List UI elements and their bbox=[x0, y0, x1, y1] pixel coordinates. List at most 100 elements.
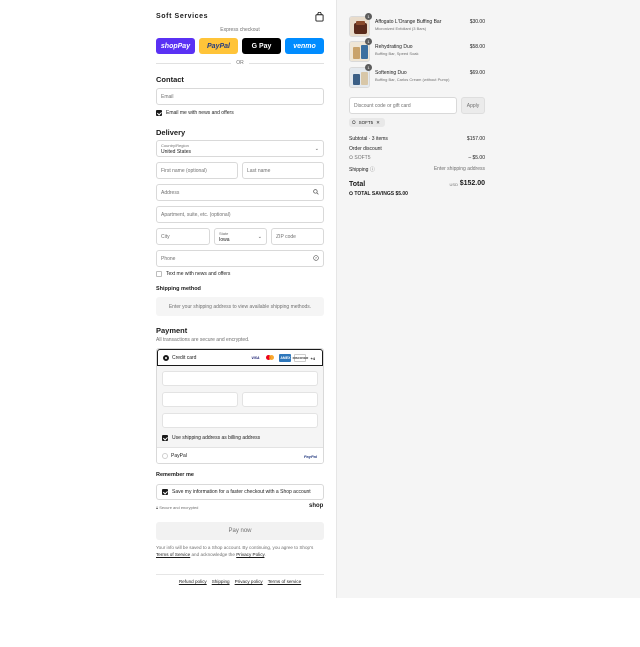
address-field[interactable]: Address bbox=[156, 184, 324, 201]
close-icon[interactable]: ✕ bbox=[376, 120, 380, 126]
product-name: Affogato L'Orange Buffing Bar bbox=[375, 19, 442, 25]
tag-icon: ⭘ bbox=[349, 155, 354, 161]
applied-code: SOFT5 bbox=[358, 120, 374, 125]
total-value: $152.00 bbox=[459, 180, 485, 187]
apartment-field[interactable]: Apartment, suite, etc. (optional) bbox=[156, 206, 324, 223]
pay-now-button[interactable]: Pay now bbox=[156, 522, 324, 540]
discount-amount: – $5.00 bbox=[468, 155, 485, 161]
last-name-field[interactable]: Last name bbox=[242, 162, 324, 179]
applied-code-chip: ⭘ SOFT5 ✕ bbox=[349, 118, 385, 127]
email-news-checkbox[interactable] bbox=[156, 110, 162, 116]
paypal-option[interactable]: PayPal PayPal bbox=[157, 447, 323, 463]
chevron-down-icon: ⌄ bbox=[257, 234, 262, 240]
apartment-placeholder: Apartment, suite, etc. (optional) bbox=[161, 211, 231, 218]
card-name-field[interactable] bbox=[162, 413, 318, 428]
venmo-button[interactable]: venmo bbox=[285, 38, 324, 54]
payment-methods: Credit card VISA AMEX DISCOVER +4 Use sh… bbox=[156, 348, 324, 464]
apply-discount-button[interactable]: Apply bbox=[461, 97, 485, 114]
secure-label: Secure and encrypted bbox=[159, 505, 199, 510]
refund-policy-link[interactable]: Refund policy bbox=[179, 579, 207, 584]
secure-notice: 🔒︎ Secure and encrypted bbox=[156, 505, 198, 510]
google-pay-button[interactable]: G Pay bbox=[242, 38, 281, 54]
card-number-field[interactable] bbox=[162, 371, 318, 386]
shipping-label: Shipping bbox=[349, 167, 369, 173]
discount-code-row: ⭘ SOFT5 – $5.00 bbox=[349, 155, 485, 161]
city-placeholder: City bbox=[161, 233, 170, 240]
discount-placeholder: Discount code or gift card bbox=[354, 102, 411, 109]
product-name: Softening Duo bbox=[375, 70, 407, 76]
product-price: $30.00 bbox=[469, 19, 485, 25]
order-discount-label: Order discount bbox=[349, 146, 382, 152]
subtotal-value: $157.00 bbox=[466, 136, 485, 142]
order-discount-row: Order discount bbox=[349, 146, 485, 152]
help-circle-icon[interactable]: ⓘ bbox=[370, 167, 375, 173]
save-info-label: Save my information for a faster checkou… bbox=[172, 489, 311, 495]
shipping-link[interactable]: Shipping bbox=[212, 579, 230, 584]
lock-icon: 🔒︎ bbox=[156, 505, 159, 510]
help-circle-icon[interactable]: ? bbox=[313, 255, 319, 261]
cart-item: 1 Rehydrating Duo Buffing Bar, Speed Soa… bbox=[349, 38, 485, 63]
product-variant: Buffing Bar, Speed Soak bbox=[375, 51, 419, 56]
product-price: $58.00 bbox=[469, 44, 485, 50]
total-label: Total bbox=[349, 181, 366, 188]
legal-end: . bbox=[264, 552, 266, 557]
total-savings: ⭘ TOTAL SAVINGS $5.00 bbox=[349, 191, 408, 197]
subtotal-label: Subtotal · 3 items bbox=[349, 136, 388, 142]
state-select[interactable]: State Iowa ⌄ bbox=[214, 228, 267, 245]
subtotal-row: Subtotal · 3 items $157.00 bbox=[349, 136, 485, 142]
city-field[interactable]: City bbox=[156, 228, 210, 245]
shipping-row: Shipping ⓘ Enter shipping address bbox=[349, 166, 485, 173]
privacy-link[interactable]: Privacy Policy bbox=[236, 552, 264, 557]
shop-logo: shop bbox=[309, 503, 324, 509]
legal-text: Your info will be saved to a Shop accoun… bbox=[156, 544, 324, 558]
phone-placeholder: Phone bbox=[161, 255, 176, 262]
product-price: $69.00 bbox=[469, 70, 485, 76]
credit-card-option[interactable]: Credit card VISA AMEX DISCOVER +4 bbox=[157, 349, 323, 366]
first-name-field[interactable]: First name (optional) bbox=[156, 162, 238, 179]
terms-of-service-link[interactable]: Terms of service bbox=[268, 579, 301, 584]
discount-code-label: SOFT5 bbox=[354, 155, 371, 161]
phone-field[interactable]: Phone ? bbox=[156, 250, 324, 267]
country-select[interactable]: Country/Region United States ⌄ bbox=[156, 140, 324, 157]
zip-placeholder: ZIP code bbox=[276, 233, 296, 240]
delivery-heading: Delivery bbox=[156, 128, 186, 137]
chevron-down-icon: ⌄ bbox=[314, 146, 319, 152]
tag-icon: ⭘ bbox=[352, 120, 356, 125]
credit-card-radio[interactable] bbox=[163, 355, 169, 361]
footer-links: Refund policy Shipping Privacy policy Te… bbox=[156, 579, 324, 584]
card-expiry-field[interactable] bbox=[162, 392, 238, 407]
billing-same-label: Use shipping address as billing address bbox=[172, 435, 261, 441]
paypal-radio[interactable] bbox=[162, 453, 168, 459]
email-placeholder: Email bbox=[161, 93, 174, 100]
express-checkout-label: Express checkout bbox=[220, 27, 260, 33]
text-news-checkbox[interactable] bbox=[156, 271, 162, 277]
or-divider: OR bbox=[156, 59, 324, 67]
paypal-label: PayPal bbox=[171, 453, 187, 459]
shopping-bag-icon[interactable] bbox=[315, 12, 324, 22]
more-cards-badge: +4 bbox=[310, 355, 315, 361]
legal-body: Your info will be saved to a Shop accoun… bbox=[156, 545, 314, 550]
store-name[interactable]: Soft Services bbox=[156, 13, 208, 20]
state-value: Iowa bbox=[219, 237, 230, 243]
email-field[interactable]: Email bbox=[156, 88, 324, 105]
amex-icon: AMEX bbox=[279, 354, 292, 362]
discover-icon: DISCOVER bbox=[292, 354, 309, 362]
privacy-policy-link[interactable]: Privacy policy bbox=[235, 579, 263, 584]
product-variant: Buffing Bar, Carlos Cream (without Pump) bbox=[375, 77, 450, 82]
first-name-placeholder: First name (optional) bbox=[161, 167, 207, 174]
payment-heading: Payment bbox=[156, 326, 188, 335]
save-info-checkbox[interactable] bbox=[162, 489, 168, 495]
payment-subtitle: All transactions are secure and encrypte… bbox=[156, 337, 250, 343]
discount-code-input[interactable]: Discount code or gift card bbox=[349, 97, 457, 114]
savings-label: TOTAL SAVINGS bbox=[354, 191, 395, 197]
billing-same-checkbox[interactable] bbox=[162, 435, 168, 441]
contact-heading: Contact bbox=[156, 75, 184, 84]
paypal-logo: PayPal bbox=[303, 454, 317, 459]
legal-and: and acknowledge the bbox=[191, 552, 235, 557]
card-cvv-field[interactable] bbox=[242, 392, 318, 407]
shop-pay-button[interactable]: shopPay bbox=[156, 38, 195, 54]
paypal-button[interactable]: PayPal bbox=[199, 38, 238, 54]
zip-field[interactable]: ZIP code bbox=[271, 228, 324, 245]
country-label: Country/Region bbox=[161, 143, 189, 148]
terms-link[interactable]: Terms of Service bbox=[156, 552, 190, 557]
